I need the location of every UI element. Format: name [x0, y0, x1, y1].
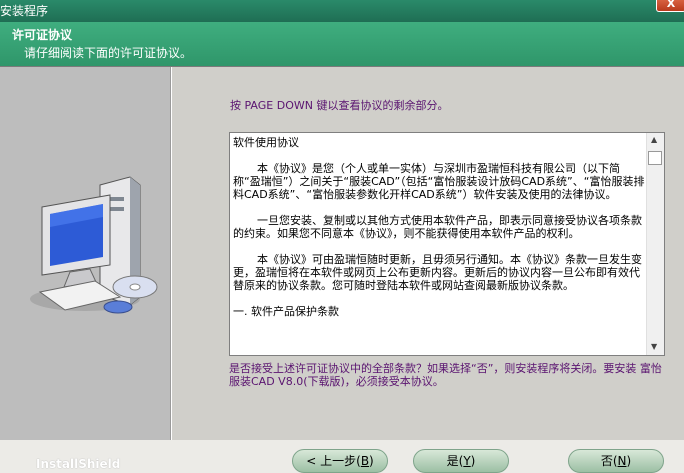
close-button[interactable]: X: [656, 0, 684, 12]
accept-question-text: 是否接受上述许可证协议中的全部条款？如果选择“否”，则安装程序将关闭。要安装 富…: [229, 362, 662, 388]
license-text: 软件使用协议 本《协议》是您（个人或单一实体）与深圳市盈瑞恒科技有限公司（以下简…: [233, 136, 645, 331]
close-icon: X: [666, 0, 676, 10]
page-title: 许可证协议: [12, 28, 73, 42]
license-section-heading: 一. 软件产品保护条款: [233, 305, 339, 318]
window-title: 安装程序: [0, 4, 49, 18]
installshield-logo: InstallShield: [36, 457, 121, 471]
title-bar: 安装程序 X: [0, 0, 684, 22]
license-scrollbar[interactable]: ▲ ▼: [646, 133, 664, 355]
left-graphic-panel: [0, 67, 170, 440]
instruction-text: 按 PAGE DOWN 键以查看协议的剩余部分。: [230, 99, 449, 112]
license-paragraph: 本《协议》可由盈瑞恒随时更新，且毋须另行通知。本《协议》条款一旦发生变更，盈瑞恒…: [233, 253, 642, 292]
computer-illustration-icon: [30, 176, 158, 314]
back-button-label: < 上一步: [306, 454, 357, 468]
yes-button-label: 是: [446, 454, 459, 468]
page-subtitle: 请仔细阅读下面的许可证协议。: [24, 46, 193, 60]
no-button[interactable]: 否(N): [568, 449, 664, 473]
dialog-header: 许可证协议 请仔细阅读下面的许可证协议。: [0, 22, 684, 66]
license-paragraph: 本《协议》是您（个人或单一实体）与深圳市盈瑞恒科技有限公司（以下简称“盈瑞恒”）…: [233, 162, 645, 201]
back-button[interactable]: < 上一步(B): [292, 449, 388, 473]
license-textbox[interactable]: 软件使用协议 本《协议》是您（个人或单一实体）与深圳市盈瑞恒科技有限公司（以下简…: [229, 132, 665, 356]
yes-button[interactable]: 是(Y): [413, 449, 509, 473]
scroll-down-icon[interactable]: ▼: [651, 342, 657, 351]
back-accel-key: B: [360, 454, 370, 468]
scroll-up-icon[interactable]: ▲: [651, 135, 657, 144]
yes-accel-key: Y: [463, 454, 471, 468]
license-heading: 软件使用协议: [233, 136, 299, 149]
license-paragraph: 一旦您安装、复制或以其他方式使用本软件产品，即表示同意接受协议各项条款的约束。如…: [233, 214, 642, 240]
no-accel-key: N: [617, 454, 627, 468]
no-button-label: 否: [600, 454, 613, 468]
scroll-thumb[interactable]: [648, 151, 662, 165]
